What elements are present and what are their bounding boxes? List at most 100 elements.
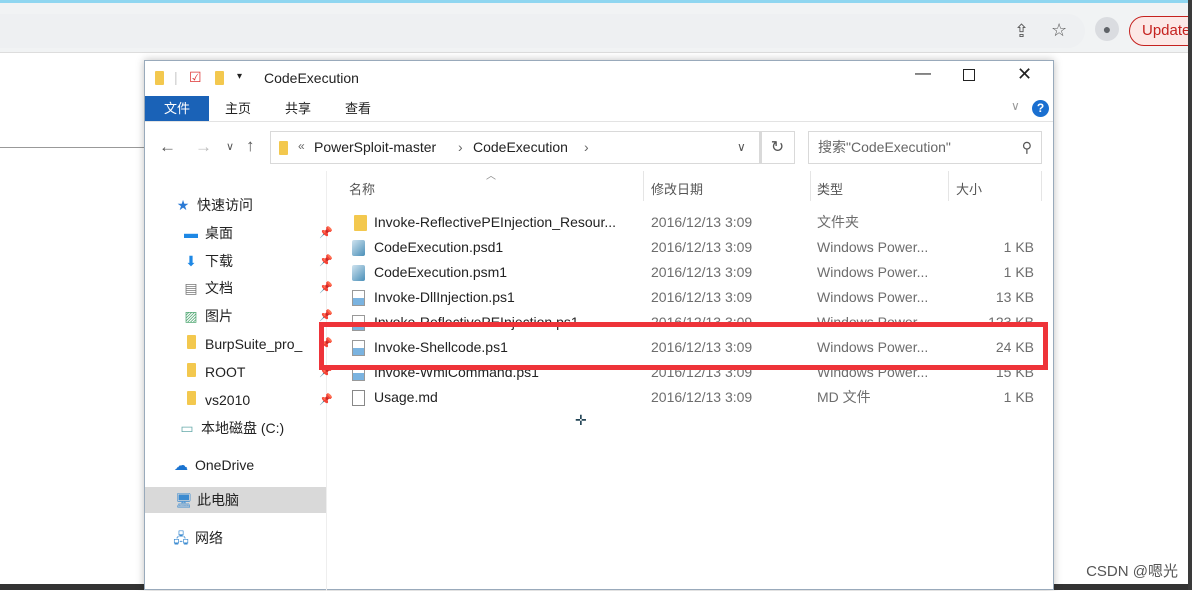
nav-label: OneDrive	[195, 457, 255, 473]
cursor-crosshair-icon: ✛	[575, 412, 587, 428]
separator: |	[174, 69, 178, 85]
file-row[interactable]: Invoke-DllInjection.ps1 2016/12/13 3:09 Wi…	[350, 285, 1040, 310]
powershell-module-icon	[352, 240, 365, 256]
folder-icon	[155, 71, 164, 85]
refresh-button[interactable]: ↻	[760, 131, 795, 164]
nav-item-vs2010[interactable]: vs2010 📌	[183, 387, 333, 413]
file-size: 1 KB	[1003, 389, 1034, 405]
nav-item-root[interactable]: ROOT 📌	[183, 359, 333, 385]
powershell-script-icon	[352, 290, 365, 306]
address-dropdown-icon[interactable]: ∨	[737, 140, 746, 154]
forward-icon[interactable]: →	[195, 137, 212, 157]
tab-view[interactable]: 查看	[329, 96, 387, 121]
search-input[interactable]: 搜索"CodeExecution" ⚲	[808, 131, 1042, 164]
help-icon[interactable]: ?	[1032, 100, 1049, 117]
nav-label: 下载	[205, 253, 233, 269]
powershell-module-icon	[352, 265, 365, 281]
file-type: 文件夹	[817, 214, 859, 230]
document-icon: ▤	[184, 280, 198, 296]
nav-item-local-disk[interactable]: ▭ 本地磁盘 (C:)	[179, 415, 329, 441]
column-header-name[interactable]: 名称	[349, 179, 375, 198]
customize-dropdown-icon[interactable]: ▾	[237, 71, 242, 82]
expand-ribbon-icon[interactable]: ∨	[1011, 99, 1020, 113]
folder-icon	[279, 141, 288, 155]
star-icon[interactable]: ☆	[1051, 20, 1067, 41]
window-border	[1188, 0, 1192, 590]
search-icon: ⚲	[1021, 139, 1032, 155]
tab-home[interactable]: 主页	[209, 96, 267, 121]
chevron-right-icon[interactable]: ›	[584, 139, 589, 155]
picture-icon: ▨	[184, 308, 198, 324]
maximize-icon[interactable]	[963, 69, 975, 81]
download-icon: ⬇	[185, 253, 197, 269]
sort-ascending-icon: ︿	[486, 171, 496, 182]
nav-item-desktop[interactable]: ▬ 桌面 📌	[183, 220, 333, 246]
file-date: 2016/12/13 3:09	[651, 214, 753, 230]
close-icon[interactable]: ✕	[1017, 64, 1032, 85]
pin-icon[interactable]: 📌	[319, 248, 333, 274]
column-divider[interactable]	[810, 171, 811, 201]
window-title: CodeExecution	[264, 70, 359, 86]
drive-icon: ▭	[180, 420, 194, 436]
nav-label: 网络	[195, 530, 223, 546]
column-header-size[interactable]: 大小	[956, 179, 982, 198]
nav-quick-access[interactable]: ★ 快速访问	[175, 192, 325, 218]
nav-label: 此电脑	[197, 492, 239, 508]
properties-icon[interactable]: ☑	[189, 69, 202, 86]
up-icon[interactable]: ↑	[246, 136, 255, 156]
nav-this-pc[interactable]: 🖥 此电脑	[145, 487, 326, 513]
pin-icon[interactable]: 📌	[319, 387, 333, 413]
nav-label: BurpSuite_pro_	[205, 336, 303, 352]
file-date: 2016/12/13 3:09	[651, 289, 753, 305]
folder-icon	[183, 387, 199, 413]
update-button[interactable]: Update	[1129, 16, 1192, 46]
nav-label: 桌面	[205, 225, 233, 241]
tab-file[interactable]: 文件	[145, 96, 209, 121]
nav-item-burpsuite[interactable]: BurpSuite_pro_ 📌	[183, 331, 333, 357]
file-name: Invoke-ReflectivePEInjection_Resour...	[374, 214, 617, 230]
cloud-icon: ☁	[174, 457, 188, 473]
nav-onedrive[interactable]: ☁ OneDrive	[173, 452, 323, 478]
file-row[interactable]: Usage.md 2016/12/13 3:09 MD 文件 1 KB	[350, 385, 1040, 410]
recent-dropdown-icon[interactable]: ∨	[226, 140, 234, 153]
tab-share[interactable]: 共享	[269, 96, 327, 121]
nav-item-pictures[interactable]: ▨ 图片 📌	[183, 303, 333, 329]
column-header-type[interactable]: 类型	[817, 179, 843, 198]
column-header-date[interactable]: 修改日期	[651, 179, 703, 198]
share-icon[interactable]: ⇪	[1014, 21, 1029, 42]
computer-icon: 🖥	[175, 492, 193, 508]
profile-avatar-icon[interactable]: ●	[1095, 17, 1119, 41]
nav-label: 本地磁盘 (C:)	[201, 420, 285, 436]
nav-item-documents[interactable]: ▤ 文档 📌	[183, 275, 333, 301]
file-size: 13 KB	[995, 289, 1034, 305]
navigation-pane: ★ 快速访问 ▬ 桌面 📌 ⬇ 下载 📌 ▤ 文档 📌 ▨ 图片 📌 BurpSuite_pro_…	[145, 171, 333, 591]
search-placeholder: 搜索"CodeExecution"	[818, 139, 951, 155]
column-divider[interactable]	[1041, 171, 1042, 201]
nav-label: 文档	[205, 280, 233, 296]
breadcrumb-overflow[interactable]: «	[298, 139, 305, 153]
file-type: Windows Power...	[817, 239, 929, 255]
new-folder-icon[interactable]	[215, 71, 224, 85]
nav-network[interactable]: 🖧 网络	[173, 525, 323, 551]
file-row[interactable]: CodeExecution.psm1 2016/12/13 3:09 Windows…	[350, 260, 1040, 285]
breadcrumb-item[interactable]: PowerSploit-master	[314, 139, 436, 155]
file-size: 1 KB	[1003, 239, 1034, 255]
highlight-box	[319, 322, 1048, 370]
address-bar[interactable]	[0, 14, 1085, 48]
file-name: Invoke-DllInjection.ps1	[374, 289, 515, 305]
back-icon[interactable]: ←	[159, 137, 176, 157]
chevron-right-icon[interactable]: ›	[458, 139, 463, 155]
file-row[interactable]: Invoke-ReflectivePEInjection_Resour... 20…	[350, 210, 1040, 235]
breadcrumb-item[interactable]: CodeExecution	[473, 139, 568, 155]
minimize-icon[interactable]: —	[915, 65, 931, 83]
divider	[0, 147, 144, 148]
nav-item-downloads[interactable]: ⬇ 下载 📌	[183, 248, 333, 274]
nav-label: vs2010	[205, 392, 251, 408]
file-row[interactable]: CodeExecution.psd1 2016/12/13 3:09 Windows…	[350, 235, 1040, 260]
pin-icon[interactable]: 📌	[319, 275, 333, 301]
breadcrumb[interactable]: « PowerSploit-master › CodeExecution › ∨	[270, 131, 762, 164]
pin-icon[interactable]: 📌	[319, 220, 333, 246]
column-divider[interactable]	[948, 171, 949, 201]
folder-icon	[183, 331, 199, 357]
column-divider[interactable]	[643, 171, 644, 201]
